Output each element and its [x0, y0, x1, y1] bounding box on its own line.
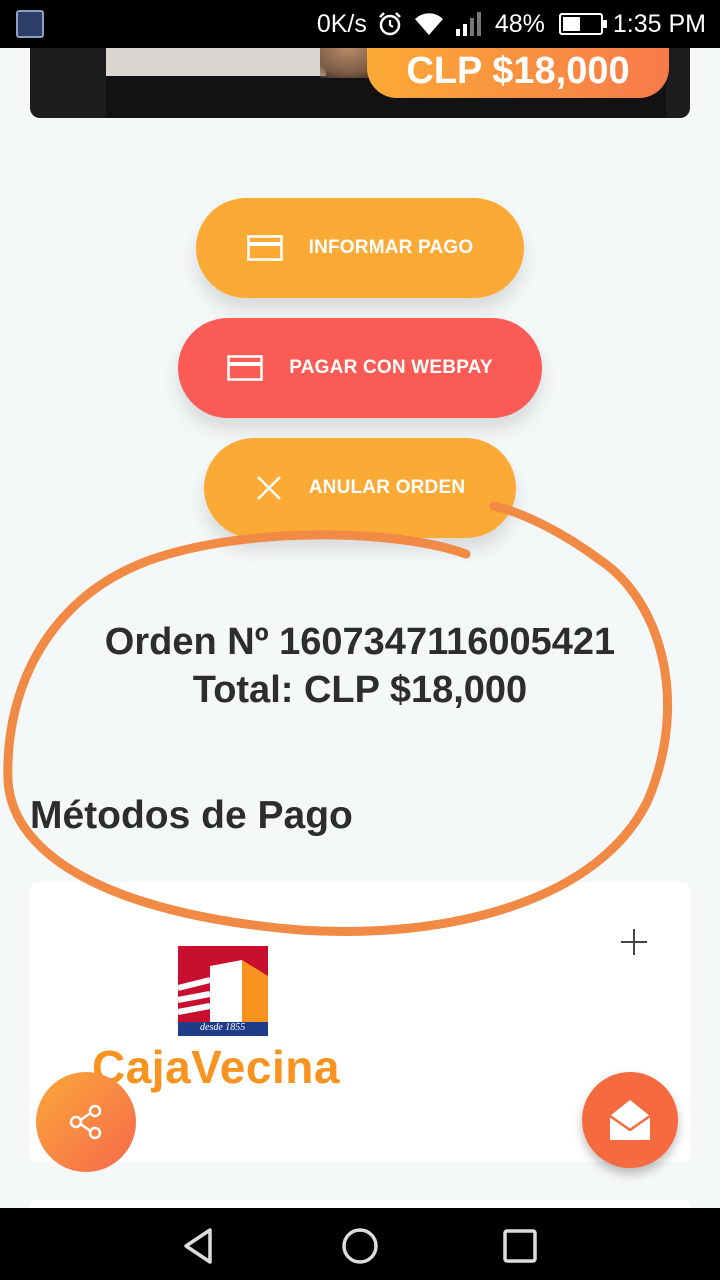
home-icon[interactable] — [340, 1226, 380, 1266]
price-badge: CLP $18,000 — [367, 48, 669, 98]
order-number: Orden Nº 1607347116005421 — [104, 621, 616, 663]
app-notification-icon — [16, 10, 44, 38]
system-nav-bar — [0, 1208, 720, 1280]
alarm-icon — [378, 12, 401, 36]
payment-methods-title: Métodos de Pago — [30, 794, 353, 837]
pagar-webpay-label: PAGAR CON WEBPAY — [289, 357, 493, 378]
pagar-webpay-button[interactable]: PAGAR CON WEBPAY — [178, 318, 542, 418]
share-icon — [69, 1104, 102, 1140]
cajavecina-badge: desde 1855 — [200, 1022, 246, 1033]
back-icon[interactable] — [180, 1226, 220, 1266]
order-summary: Orden Nº 1607347116005421 Total: CLP $18… — [0, 618, 720, 714]
battery-percent: 48% — [494, 9, 545, 38]
clock: 1:35 PM — [612, 9, 706, 38]
status-indicators: 0K/s 48% 1:35 PM — [317, 0, 706, 48]
wifi-icon — [414, 13, 443, 35]
order-total: Total: CLP $18,000 — [192, 669, 528, 711]
status-bar: 0K/s 48% 1:35 PM — [0, 0, 720, 48]
anular-orden-button[interactable]: ANULAR ORDEN — [204, 438, 516, 538]
card-icon — [246, 235, 283, 261]
share-button[interactable] — [36, 1072, 136, 1172]
plus-icon[interactable] — [620, 928, 648, 956]
battery-icon — [558, 13, 607, 35]
price-badge-text: CLP $18,000 — [406, 50, 630, 92]
network-speed: 0K/s — [316, 9, 367, 38]
mail-icon — [609, 1100, 651, 1140]
informar-pago-button[interactable]: INFORMAR PAGO — [196, 198, 524, 298]
anular-orden-label: ANULAR ORDEN — [308, 477, 466, 498]
close-icon — [256, 476, 281, 500]
cajavecina-wordmark: CajaVecina — [92, 1041, 340, 1093]
signal-icon — [455, 12, 481, 36]
card-icon — [227, 355, 264, 381]
informar-pago-label: INFORMAR PAGO — [308, 237, 474, 258]
recents-icon[interactable] — [500, 1226, 540, 1266]
contact-mail-button[interactable] — [582, 1072, 678, 1168]
